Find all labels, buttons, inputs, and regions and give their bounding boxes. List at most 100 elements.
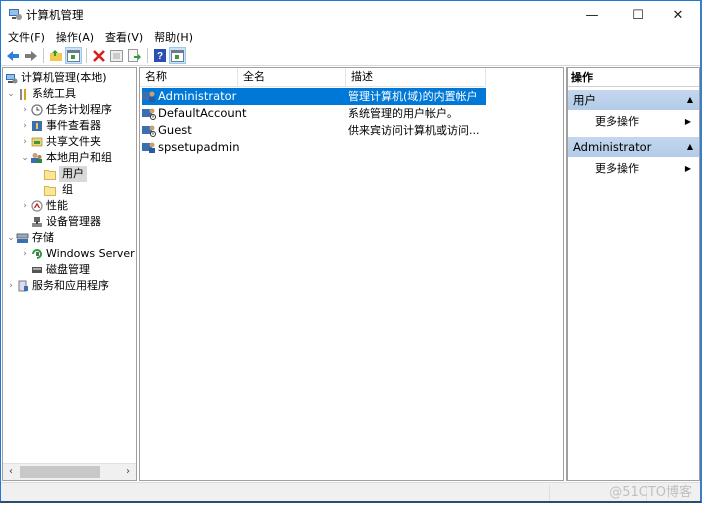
scrollbar-thumb[interactable] [20, 466, 100, 478]
menu-help[interactable]: 帮助(H) [154, 29, 193, 46]
menu-view[interactable]: 查看(V) [105, 29, 143, 46]
chevron-down-icon[interactable]: ⌄ [6, 230, 16, 246]
tree-item-users[interactable]: 用户 [43, 166, 87, 182]
action-more-actions[interactable]: 更多操作 ▶ [568, 112, 699, 132]
performance-icon [30, 200, 43, 213]
tree-item-services-applications[interactable]: › 服务和应用程序 [6, 278, 109, 294]
user-description: 系统管理的用户帐户。 [348, 107, 458, 120]
computer-management-window: 计算机管理 — ☐ ✕ 文件(F) 操作(A) 查看(V) 帮助(H) ? 计算… [0, 0, 702, 503]
tree-item-label: 磁盘管理 [46, 263, 90, 276]
action-label: 更多操作 [595, 162, 639, 175]
device-manager-icon [30, 216, 43, 229]
actions-pane: 操作 用户 ▲ 更多操作 ▶ Administrator ▲ 更多操作 ▶ [566, 67, 700, 481]
user-disabled-icon [142, 124, 156, 137]
back-arrow-icon[interactable] [4, 47, 21, 64]
services-icon [16, 280, 29, 293]
properties-icon[interactable] [108, 47, 125, 64]
clock-icon [30, 104, 43, 117]
minimize-button[interactable]: — [569, 1, 615, 29]
user-name: Guest [158, 123, 192, 137]
actions-section-users[interactable]: 用户 ▲ [568, 90, 699, 110]
help-icon[interactable]: ? [151, 47, 168, 64]
delete-icon[interactable] [90, 47, 107, 64]
console-tree: 计算机管理(本地) ⌄ 系统工具 › 任务计划程序 › 事件查看器 › 共享文件… [2, 67, 137, 481]
tree-horizontal-scrollbar[interactable]: ‹ › [3, 463, 136, 480]
tree-item-label: 系统工具 [32, 87, 76, 100]
user-name: DefaultAccount [158, 106, 247, 120]
toolbar-separator [147, 48, 148, 63]
collapse-up-icon[interactable]: ▲ [687, 90, 693, 110]
tree-item-label: 本地用户和组 [46, 151, 112, 164]
tree-item-event-viewer[interactable]: › 事件查看器 [20, 118, 101, 134]
tree-item-label: 事件查看器 [46, 119, 101, 132]
tree-item-groups[interactable]: 组 [43, 182, 73, 198]
list-row-guest[interactable]: Guest 供来宾访问计算机或访问... [142, 122, 486, 139]
tree-item-label: 用户 [59, 166, 87, 182]
scroll-right-icon[interactable]: › [121, 464, 135, 480]
chevron-right-icon[interactable]: › [20, 134, 30, 150]
users-group-icon [30, 152, 43, 165]
menu-file[interactable]: 文件(F) [8, 29, 45, 46]
show-hide-action-pane-icon[interactable] [169, 47, 186, 64]
folder-icon [43, 168, 56, 181]
storage-icon [16, 232, 29, 245]
tree-item-label: 任务计划程序 [46, 103, 112, 116]
computer-management-icon [8, 7, 22, 21]
user-name: Administrator [158, 89, 237, 103]
menu-bar: 文件(F) 操作(A) 查看(V) 帮助(H) [1, 29, 700, 46]
tree-item-system-tools[interactable]: ⌄ 系统工具 [6, 86, 76, 102]
export-list-icon[interactable] [126, 47, 143, 64]
windows-server-backup-icon [30, 248, 43, 261]
user-list-pane: 名称 全名 描述 Administrator 管理计算机(域)的内置帐户 Def… [139, 67, 564, 481]
list-row-spsetupadmin[interactable]: spsetupadmin [142, 139, 486, 156]
show-hide-console-tree-icon[interactable] [65, 47, 82, 64]
forward-arrow-icon[interactable] [22, 47, 39, 64]
shared-folder-icon [30, 136, 43, 149]
tree-item-label: 设备管理器 [46, 215, 101, 228]
toolbar: ? [1, 46, 700, 66]
computer-management-icon [5, 72, 18, 85]
tree-item-label: 共享文件夹 [46, 135, 101, 148]
tree-item-device-manager[interactable]: 设备管理器 [30, 214, 101, 230]
action-more-actions[interactable]: 更多操作 ▶ [568, 159, 699, 179]
chevron-right-icon[interactable]: › [20, 102, 30, 118]
tree-item-task-scheduler[interactable]: › 任务计划程序 [20, 102, 112, 118]
tree-item-shared-folders[interactable]: › 共享文件夹 [20, 134, 101, 150]
scroll-left-icon[interactable]: ‹ [4, 464, 18, 480]
chevron-right-icon[interactable]: › [20, 198, 30, 214]
chevron-right-icon[interactable]: › [20, 118, 30, 134]
tree-item-windows-server-backup[interactable]: › Windows Server [20, 246, 134, 262]
user-icon [142, 141, 156, 154]
tree-item-label: 性能 [46, 199, 68, 212]
up-folder-icon[interactable] [47, 47, 64, 64]
watermark: @51CTO博客 [609, 485, 692, 500]
actions-section-administrator[interactable]: Administrator ▲ [568, 137, 699, 157]
tree-item-local-users-groups[interactable]: ⌄ 本地用户和组 [20, 150, 112, 166]
list-row-administrator[interactable]: Administrator 管理计算机(域)的内置帐户 [142, 88, 486, 105]
tree-item-label: 服务和应用程序 [32, 279, 109, 292]
tree-item-label: 存储 [32, 231, 54, 244]
event-viewer-icon [30, 120, 43, 133]
column-header-fullname[interactable]: 全名 [238, 68, 346, 87]
list-row-defaultaccount[interactable]: DefaultAccount 系统管理的用户帐户。 [142, 105, 486, 122]
toolbar-separator [86, 48, 87, 63]
chevron-right-icon[interactable]: › [20, 246, 30, 262]
tree-item-performance[interactable]: › 性能 [20, 198, 68, 214]
menu-action[interactable]: 操作(A) [56, 29, 94, 46]
column-header-name[interactable]: 名称 [140, 68, 238, 87]
column-header-description[interactable]: 描述 [346, 68, 486, 87]
tree-item-storage[interactable]: ⌄ 存储 [6, 230, 54, 246]
tree-item-label: 组 [62, 183, 73, 196]
chevron-right-icon[interactable]: › [6, 278, 16, 294]
tree-item-disk-management[interactable]: 磁盘管理 [30, 262, 90, 278]
submenu-arrow-icon: ▶ [684, 117, 691, 126]
chevron-down-icon[interactable]: ⌄ [20, 150, 30, 166]
tree-item-computer-management[interactable]: 计算机管理(本地) [5, 70, 107, 86]
chevron-down-icon[interactable]: ⌄ [6, 86, 16, 102]
title-bar: 计算机管理 — ☐ ✕ [1, 1, 700, 29]
submenu-arrow-icon: ▶ [684, 164, 691, 173]
close-button[interactable]: ✕ [655, 1, 701, 29]
collapse-up-icon[interactable]: ▲ [687, 137, 693, 157]
toolbar-separator [43, 48, 44, 63]
folder-icon [43, 184, 56, 197]
